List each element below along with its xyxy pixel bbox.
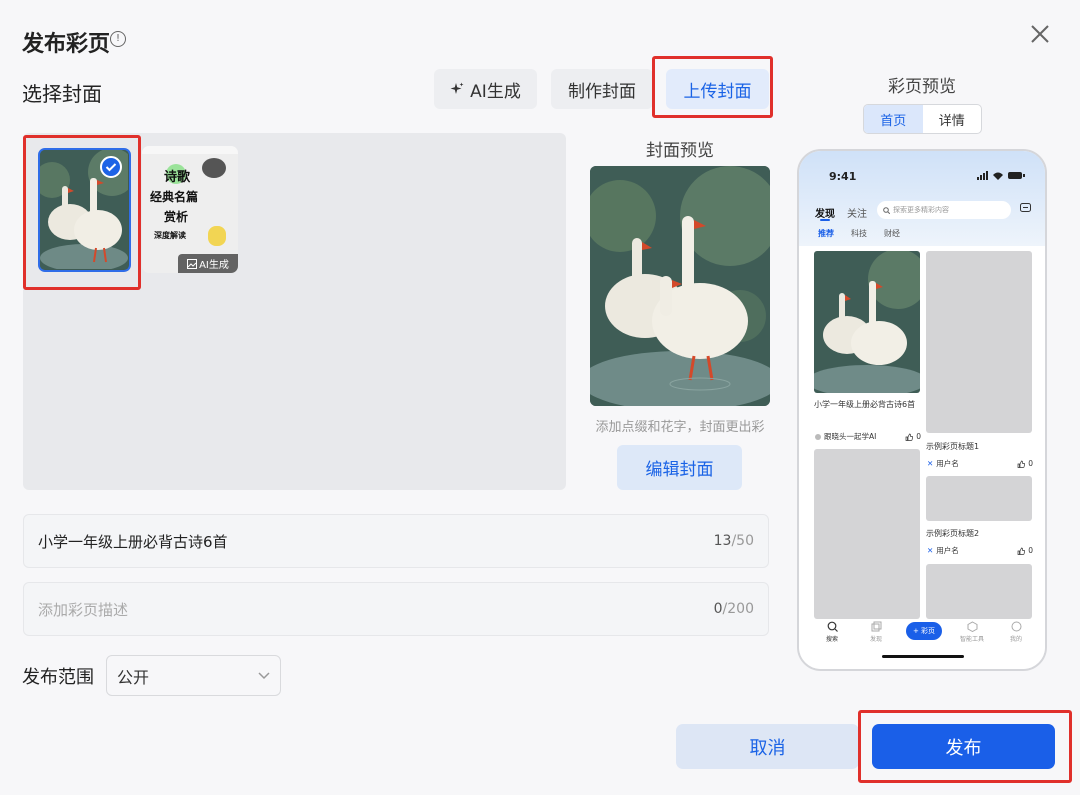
- user-logo-icon: ✕: [927, 459, 934, 468]
- close-icon[interactable]: [1026, 20, 1054, 48]
- signal-wifi-battery-icon: [977, 171, 1027, 183]
- user-logo-icon: ✕: [927, 546, 934, 555]
- phone-subtab-finance: 财经: [884, 229, 900, 238]
- cover-thumbnail-poetry[interactable]: 诗歌 经典名篇 赏析 深度解读 AI生成: [142, 146, 238, 273]
- ai-generated-badge: AI生成: [178, 254, 238, 273]
- phone-card3-image: [926, 476, 1032, 521]
- message-icon: [1020, 203, 1031, 212]
- phone-search-box: 探索更多精彩内容: [877, 201, 1011, 219]
- cover-preview-image: [590, 166, 770, 406]
- phone-subtab-tech: 科技: [851, 229, 867, 238]
- highlight-upload-tab: [652, 56, 773, 118]
- phone-subtab-recommend: 推荐: [818, 229, 834, 238]
- title-input[interactable]: 小学一年级上册必背古诗6首: [38, 531, 228, 552]
- cancel-button[interactable]: 取消: [676, 724, 859, 769]
- phone-preview: 9:41 发现 关注 探索更多精彩内容 推荐 科技 财经 小学一年级上册必背古诗…: [797, 149, 1047, 671]
- copy-icon: [871, 621, 881, 632]
- phone-card3-meta: ✕ 用户名 0: [927, 546, 1033, 555]
- phone-card2-meta: ✕ 用户名 0: [927, 459, 1033, 468]
- phone-card2-title: 示例彩页标题1: [926, 442, 980, 451]
- highlight-publish-button: [858, 710, 1072, 783]
- phone-time: 9:41: [829, 170, 857, 183]
- search-icon: [883, 206, 890, 214]
- description-input[interactable]: 添加彩页描述: [38, 599, 128, 620]
- phone-nav-search: 搜索: [817, 621, 847, 643]
- section-title-cover: 选择封面: [22, 82, 102, 106]
- title-char-count: 13/50: [713, 533, 754, 549]
- phone-card2-image: [926, 251, 1032, 433]
- thumbs-up-icon: [905, 433, 914, 441]
- cover-preview-label: 封面预览: [646, 141, 714, 161]
- publish-scope-label: 发布范围: [22, 667, 94, 688]
- phone-card4-image: [926, 564, 1032, 619]
- preview-segmented-control: 首页 详情: [863, 104, 982, 134]
- dialog-title: 发布彩页: [22, 32, 111, 57]
- segment-detail[interactable]: 详情: [923, 105, 982, 133]
- phone-card1-title: 小学一年级上册必背古诗6首: [814, 400, 916, 409]
- highlight-selected-cover: [23, 135, 141, 290]
- phone-nav-tools: 智能工具: [957, 621, 987, 643]
- phone-tab-follow: 关注: [847, 209, 867, 220]
- phone-card-placeholder: [814, 449, 920, 619]
- magnifier-icon: [202, 158, 226, 178]
- segment-home[interactable]: 首页: [864, 105, 923, 133]
- cover-hint: 添加点缀和花字，封面更出彩: [595, 420, 765, 435]
- tab-make-cover[interactable]: 制作封面: [551, 69, 653, 109]
- cube-icon: [967, 621, 977, 633]
- search-icon: [827, 621, 838, 632]
- page-preview-title: 彩页预览: [888, 77, 956, 97]
- phone-nav-profile: 我的: [1001, 621, 1031, 643]
- profile-icon: [1011, 621, 1021, 632]
- info-icon[interactable]: !: [110, 31, 126, 47]
- chevron-down-icon: [258, 671, 270, 679]
- author-avatar: [815, 433, 821, 440]
- home-indicator: [882, 655, 964, 658]
- thumbs-up-icon: [1017, 547, 1026, 555]
- phone-card3-title: 示例彩页标题2: [926, 529, 980, 538]
- sparkle-icon: [450, 82, 464, 94]
- phone-tab-discover: 发现: [815, 209, 835, 220]
- edit-cover-button[interactable]: 编辑封面: [617, 445, 742, 490]
- image-icon: [187, 258, 198, 269]
- tab-ai-generate[interactable]: AI生成: [434, 69, 537, 109]
- description-char-count: 0/200: [713, 601, 754, 617]
- phone-nav-create: + 彩页: [906, 622, 942, 640]
- phone-nav-discover: 发现: [861, 621, 891, 643]
- description-field[interactable]: 添加彩页描述 0/200: [23, 582, 769, 636]
- phone-header: [799, 151, 1045, 246]
- title-field[interactable]: 小学一年级上册必背古诗6首 13/50: [23, 514, 769, 568]
- phone-card1-meta: 跟晓头一起学AI 0: [815, 431, 921, 442]
- publish-scope-select[interactable]: 公开: [106, 655, 281, 696]
- thumbs-up-icon: [1017, 460, 1026, 468]
- phone-card1-image: [814, 251, 920, 393]
- mascot-icon: [208, 226, 226, 246]
